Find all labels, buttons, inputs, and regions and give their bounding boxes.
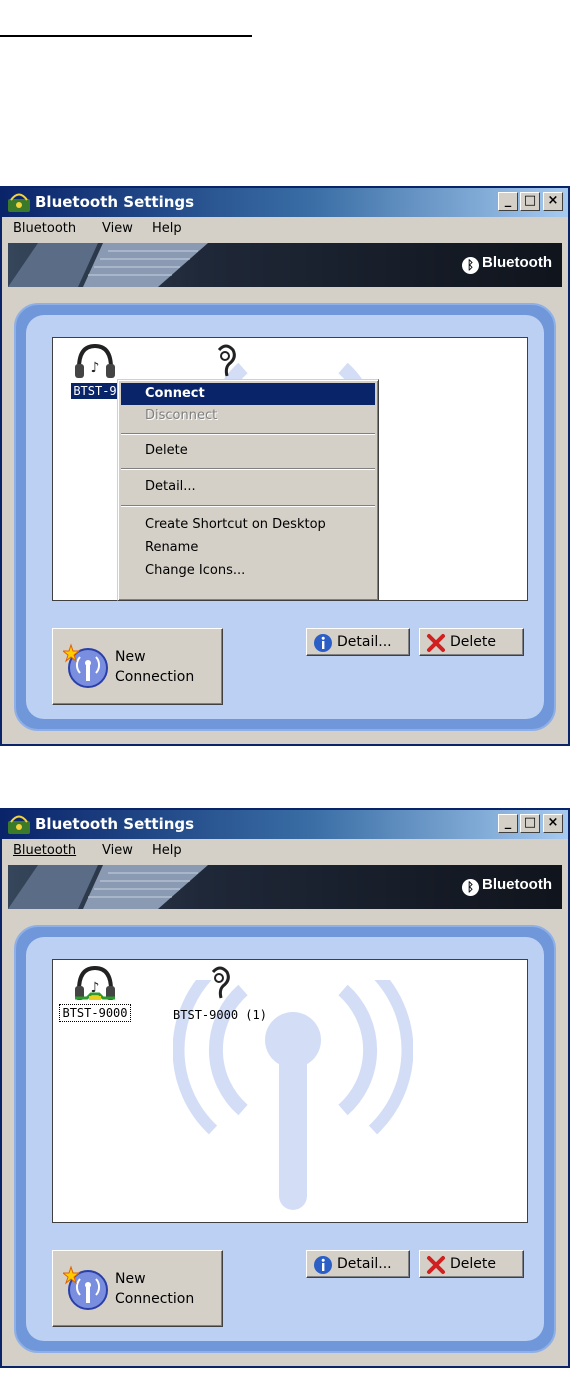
close-button[interactable]: ×: [543, 192, 563, 211]
new-connection-label-line1: New: [115, 1271, 146, 1287]
device-item[interactable]: [201, 342, 251, 382]
new-connection-label-line1: New: [115, 649, 146, 665]
menu-bluetooth[interactable]: Bluetooth: [13, 843, 76, 858]
new-connection-button[interactable]: New Connection: [52, 628, 223, 705]
delete-button[interactable]: Delete: [419, 628, 524, 656]
bluetooth-app-icon: [8, 815, 30, 834]
device-item[interactable]: BTST-9000 (1): [165, 964, 275, 1023]
new-connection-icon: [63, 1265, 108, 1310]
menu-help[interactable]: Help: [152, 843, 182, 858]
minimize-button[interactable]: _: [498, 192, 518, 211]
delete-label: Delete: [450, 1256, 496, 1272]
detail-button[interactable]: Detail...: [306, 1250, 410, 1278]
red-x-delete-icon: [427, 634, 445, 652]
device-label: BTST-9: [70, 382, 120, 400]
earpiece-icon: [217, 344, 236, 377]
headset-icon: ♪: [75, 343, 115, 378]
bluetooth-app-icon: [8, 193, 30, 212]
menu-bluetooth[interactable]: Bluetooth: [13, 221, 76, 236]
new-connection-label-line2: Connection: [115, 1291, 195, 1307]
ctx-disconnect: Disconnect: [145, 408, 218, 423]
minimize-button[interactable]: _: [498, 814, 518, 833]
info-icon: [314, 1256, 332, 1274]
bluetooth-settings-window-context-menu: Bluetooth Settings _ □ × Bluetooth View …: [0, 186, 570, 746]
window-title: Bluetooth Settings: [35, 193, 195, 211]
menu-bar: Bluetooth View Help: [2, 217, 568, 241]
maximize-button[interactable]: □: [520, 814, 540, 833]
title-bar[interactable]: Bluetooth Settings _ □ ×: [2, 810, 568, 839]
delete-label: Delete: [450, 634, 496, 650]
laptop-keyboard-art: [8, 865, 208, 909]
detail-label: Detail...: [337, 634, 392, 650]
red-x-delete-icon: [427, 1256, 445, 1274]
maximize-button[interactable]: □: [520, 192, 540, 211]
detail-label: Detail...: [337, 1256, 392, 1272]
device-item[interactable]: ♪ BTST-9000: [57, 964, 133, 1022]
device-label: BTST-9000 (1): [173, 1008, 267, 1022]
ctx-detail[interactable]: Detail...: [121, 476, 375, 498]
menu-separator: [121, 468, 375, 470]
device-label: BTST-9000: [59, 1004, 131, 1022]
menu-view[interactable]: View: [102, 221, 133, 236]
device-context-menu: Connect Disconnect Delete Detail... Crea…: [117, 379, 379, 601]
device-list[interactable]: ♪ BTST-9000 BTST-9000 (1): [52, 959, 528, 1223]
bluetooth-banner: ᛒ Bluetooth: [8, 865, 562, 909]
laptop-keyboard-art: [8, 243, 208, 287]
ctx-create-shortcut[interactable]: Create Shortcut on Desktop: [121, 514, 375, 536]
menu-bar: Bluetooth View Help: [2, 839, 568, 863]
headset-connected-icon: ♪: [75, 965, 115, 1000]
bluetooth-banner: ᛒ Bluetooth: [8, 243, 562, 287]
menu-separator: [121, 433, 375, 435]
ctx-connect[interactable]: Connect: [121, 383, 375, 405]
menu-help[interactable]: Help: [152, 221, 182, 236]
new-connection-icon: [63, 643, 108, 688]
bluetooth-brand-logo: ᛒ Bluetooth: [462, 876, 552, 896]
new-connection-button[interactable]: New Connection: [52, 1250, 223, 1327]
ctx-change-icons[interactable]: Change Icons...: [121, 560, 375, 582]
menu-separator: [121, 505, 375, 507]
info-icon: [314, 634, 332, 652]
new-connection-label-line2: Connection: [115, 669, 195, 685]
earpiece-icon: [211, 966, 230, 999]
ctx-delete[interactable]: Delete: [121, 440, 375, 462]
detail-button[interactable]: Detail...: [306, 628, 410, 656]
ctx-rename[interactable]: Rename: [121, 537, 375, 559]
svg-text:♪: ♪: [91, 360, 100, 376]
window-title: Bluetooth Settings: [35, 815, 195, 833]
close-button[interactable]: ×: [543, 814, 563, 833]
delete-button[interactable]: Delete: [419, 1250, 524, 1278]
title-bar[interactable]: Bluetooth Settings _ □ ×: [2, 188, 568, 217]
bluetooth-brand-logo: ᛒ Bluetooth: [462, 254, 552, 274]
menu-view[interactable]: View: [102, 843, 133, 858]
top-rule: [0, 35, 252, 37]
bluetooth-settings-window-connected: Bluetooth Settings _ □ × Bluetooth View …: [0, 808, 570, 1368]
